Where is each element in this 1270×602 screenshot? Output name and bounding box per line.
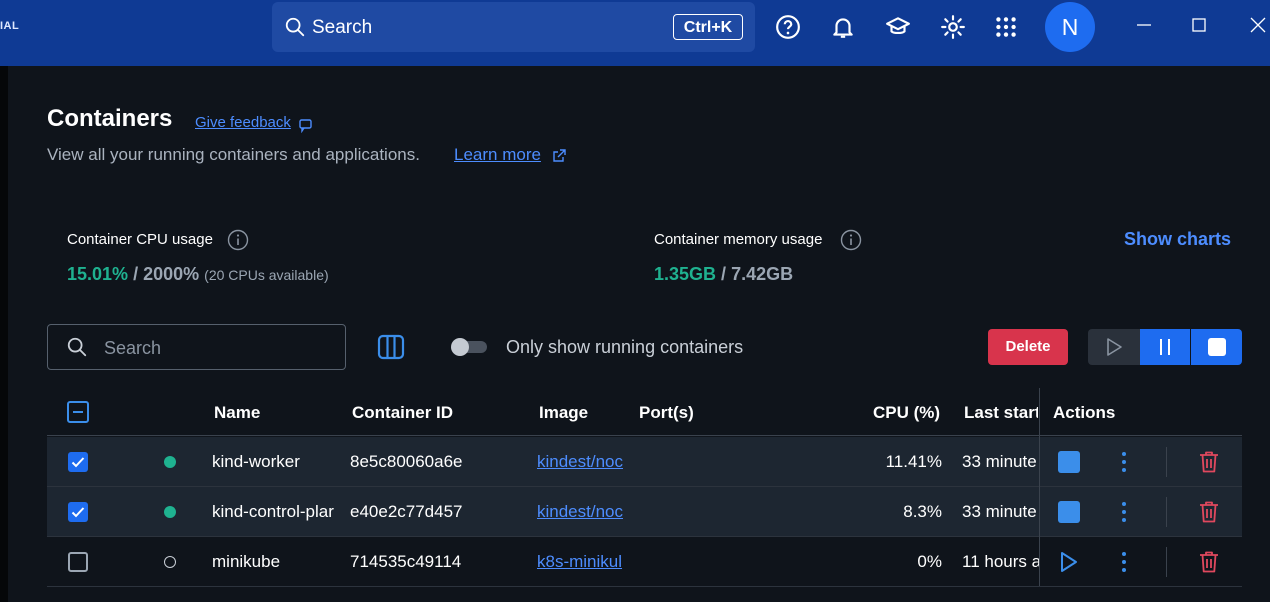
- sidebar-edge: [0, 66, 8, 602]
- cpu-total: 2000%: [143, 264, 200, 284]
- trash-icon[interactable]: [1198, 500, 1220, 524]
- start-button[interactable]: [1088, 329, 1140, 365]
- stop-icon: [1208, 338, 1226, 356]
- cpu-used: 15.01%: [67, 264, 129, 284]
- global-search-label: Search: [312, 17, 373, 38]
- start-container-icon[interactable]: [1059, 551, 1079, 573]
- running-only-toggle[interactable]: [451, 338, 488, 356]
- check-icon: [71, 457, 85, 468]
- cpu-usage-label: Container CPU usage: [67, 231, 213, 248]
- gear-icon[interactable]: [940, 14, 966, 40]
- column-actions: Actions: [1053, 403, 1116, 422]
- select-all-checkbox[interactable]: [67, 401, 89, 423]
- toggle-knob: [451, 338, 469, 356]
- memory-total: 7.42GB: [731, 264, 794, 284]
- search-icon: [67, 337, 87, 357]
- avatar[interactable]: N: [1045, 2, 1095, 52]
- external-link-icon[interactable]: [551, 148, 567, 164]
- container-id: 8e5c80060a6e: [350, 452, 463, 471]
- column-last-started[interactable]: Last start: [964, 403, 1038, 423]
- container-id: e40e2c77d457: [350, 502, 463, 521]
- more-options-icon[interactable]: [1121, 451, 1127, 473]
- search-shortcut-badge: Ctrl+K: [673, 14, 743, 40]
- stop-container-button[interactable]: [1058, 501, 1080, 523]
- check-icon: [71, 507, 85, 518]
- search-icon: [285, 17, 305, 37]
- row-checkbox[interactable]: [68, 552, 88, 572]
- columns-icon[interactable]: [377, 333, 405, 361]
- divider: [1166, 497, 1167, 527]
- global-search-bar[interactable]: Search Ctrl+K: [272, 2, 755, 52]
- minimize-icon[interactable]: [1133, 14, 1155, 36]
- container-name[interactable]: kind-control-plar: [212, 502, 342, 522]
- memory-used: 1.35GB: [654, 264, 717, 284]
- more-options-icon[interactable]: [1121, 551, 1127, 573]
- cpu-percent: 11.41%: [885, 452, 942, 471]
- stop-button[interactable]: [1191, 329, 1242, 365]
- cpu-percent: 0%: [917, 552, 942, 571]
- actions-column-divider: [1039, 388, 1040, 586]
- memory-separator: /: [716, 264, 732, 284]
- memory-usage-label: Container memory usage: [654, 231, 823, 248]
- page-title: Containers: [47, 105, 173, 132]
- apps-grid-icon[interactable]: [993, 14, 1019, 40]
- show-charts-link[interactable]: Show charts: [1124, 229, 1231, 250]
- learn-more-link[interactable]: Learn more: [454, 145, 541, 165]
- last-started: 33 minute: [962, 502, 1037, 521]
- status-stopped-dot: [164, 556, 176, 568]
- play-icon: [1107, 338, 1122, 356]
- cpu-note: (20 CPUs available): [204, 267, 329, 283]
- help-icon[interactable]: [775, 14, 801, 40]
- container-name[interactable]: kind-worker: [212, 452, 342, 472]
- memory-usage-value: 1.35GB / 7.42GB: [654, 264, 793, 285]
- search-placeholder: Search: [104, 338, 162, 358]
- info-icon[interactable]: [227, 229, 249, 251]
- close-icon[interactable]: [1247, 14, 1269, 36]
- learning-center-icon[interactable]: [885, 14, 911, 40]
- trash-icon[interactable]: [1198, 450, 1220, 474]
- feedback-icon[interactable]: [298, 117, 314, 133]
- delete-button[interactable]: Delete: [988, 329, 1068, 365]
- trash-icon[interactable]: [1198, 550, 1220, 574]
- info-icon[interactable]: [840, 229, 862, 251]
- divider: [1166, 547, 1167, 577]
- pause-icon: [1160, 339, 1170, 355]
- bell-icon[interactable]: [830, 14, 856, 40]
- running-only-label: Only show running containers: [506, 337, 744, 357]
- pause-button[interactable]: [1140, 329, 1191, 365]
- row-checkbox[interactable]: [68, 502, 88, 522]
- status-running-dot: [164, 506, 176, 518]
- row-checkbox[interactable]: [68, 452, 88, 472]
- cpu-percent: 8.3%: [903, 502, 942, 521]
- container-id: 714535c49114: [350, 552, 462, 571]
- column-container-id[interactable]: Container ID: [352, 403, 453, 423]
- column-image[interactable]: Image: [539, 403, 588, 423]
- status-running-dot: [164, 456, 176, 468]
- divider: [1166, 447, 1167, 477]
- maximize-icon[interactable]: [1188, 14, 1210, 36]
- give-feedback-link[interactable]: Give feedback: [195, 114, 291, 131]
- page-subtitle: View all your running containers and app…: [47, 145, 420, 164]
- cpu-usage-value: 15.01% / 2000% (20 CPUs available): [67, 264, 329, 285]
- container-search-input[interactable]: Search: [47, 324, 346, 370]
- container-name[interactable]: minikube: [212, 552, 342, 572]
- column-name[interactable]: Name: [214, 403, 260, 423]
- stop-container-button[interactable]: [1058, 451, 1080, 473]
- image-link[interactable]: kindest/noc: [537, 452, 627, 472]
- column-cpu[interactable]: CPU (%): [873, 403, 940, 423]
- brand-label: IAL: [0, 20, 20, 32]
- cpu-separator: /: [128, 264, 144, 284]
- image-link[interactable]: k8s-minikul: [537, 552, 627, 572]
- more-options-icon[interactable]: [1121, 501, 1127, 523]
- column-ports[interactable]: Port(s): [639, 403, 694, 423]
- last-started: 33 minute: [962, 452, 1037, 471]
- image-link[interactable]: kindest/noc: [537, 502, 627, 522]
- last-started: 11 hours a: [962, 552, 1039, 571]
- top-bar: IAL Search Ctrl+K N: [0, 0, 1270, 66]
